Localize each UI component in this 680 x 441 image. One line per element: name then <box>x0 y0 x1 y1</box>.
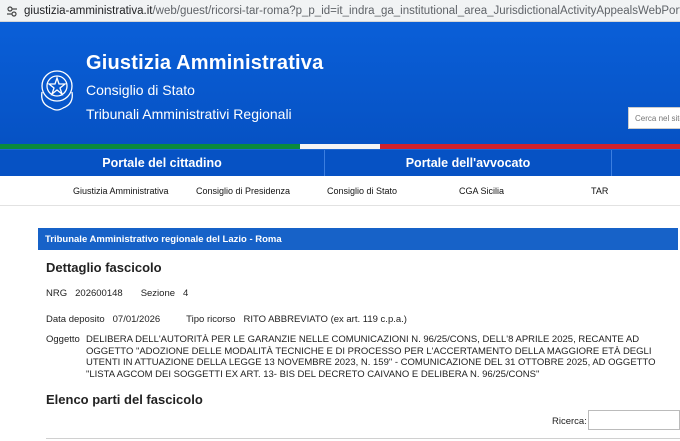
tar-section-band: Tribunale Amministrativo regionale del L… <box>38 228 678 250</box>
site-header: Giustizia Amministrativa Consiglio di St… <box>0 22 680 144</box>
deposito-row: Data deposito 07/01/2026 Tipo ricorso RITO … <box>46 314 407 325</box>
nav-consiglio-presidenza[interactable]: Consiglio di Presidenza <box>196 186 290 196</box>
nrg-label: NRG <box>46 288 68 299</box>
oggetto-label: Oggetto <box>46 334 80 345</box>
dettaglio-heading: Dettaglio fascicolo <box>46 260 162 275</box>
site-title[interactable]: Giustizia Amministrativa <box>86 52 323 75</box>
site-info-icon[interactable] <box>6 4 18 18</box>
nrg-row: NRG 202600148 Sezione 4 <box>46 288 188 299</box>
republic-emblem-icon[interactable] <box>36 62 78 114</box>
institution-nav: Giustizia Amministrativa Consiglio di Pr… <box>0 176 680 206</box>
url-text: giustizia-amministrativa.it/web/guest/ri… <box>24 5 680 17</box>
stripe-green <box>0 144 300 149</box>
browser-url-bar[interactable]: giustizia-amministrativa.it/web/guest/ri… <box>0 0 680 22</box>
tipo-ricorso-value: RITO ABBREVIATO (ex art. 119 c.p.a.) <box>243 314 407 325</box>
url-path: /web/guest/ricorsi-tar-roma?p_p_id=it_in… <box>152 4 680 17</box>
nav-tar[interactable]: TAR <box>591 186 608 196</box>
nav-giustizia-amministrativa[interactable]: Giustizia Amministrativa <box>73 186 169 196</box>
portal-cittadino-tab[interactable]: Portale del cittadino <box>0 150 325 176</box>
site-subtitle-tar: Tribunali Amministrativi Regionali <box>86 106 292 122</box>
oggetto-value: DELIBERA DELL'AUTORITÀ PER LE GARANZIE N… <box>86 334 656 380</box>
elenco-parti-heading: Elenco parti del fascicolo <box>46 392 203 407</box>
nav-cga-sicilia[interactable]: CGA Sicilia <box>459 186 504 196</box>
deposito-value: 07/01/2026 <box>112 314 161 325</box>
tricolor-stripe <box>0 144 680 149</box>
stripe-white <box>300 144 380 149</box>
stripe-red <box>380 144 680 149</box>
site-subtitle-consiglio: Consiglio di Stato <box>86 82 195 98</box>
portal-avvocato-tab[interactable]: Portale dell'avvocato <box>325 150 612 176</box>
portal-nav: Portale del cittadino Portale dell'avvoc… <box>0 149 680 176</box>
sezione-label: Sezione <box>140 288 176 299</box>
parti-table-top-border <box>46 438 680 439</box>
nav-consiglio-stato[interactable]: Consiglio di Stato <box>327 186 397 196</box>
ricerca-label: Ricerca: <box>552 416 587 427</box>
site-search-input[interactable]: Cerca nel sito <box>628 107 680 129</box>
deposito-label: Data deposito <box>46 314 105 325</box>
url-host: giustizia-amministrativa.it <box>24 4 153 17</box>
sezione-value: 4 <box>183 288 189 299</box>
tipo-ricorso-label: Tipo ricorso <box>186 314 236 325</box>
portal-nav-extra[interactable] <box>612 150 680 176</box>
ricerca-input[interactable] <box>588 410 680 430</box>
nrg-value: 202600148 <box>75 288 123 299</box>
